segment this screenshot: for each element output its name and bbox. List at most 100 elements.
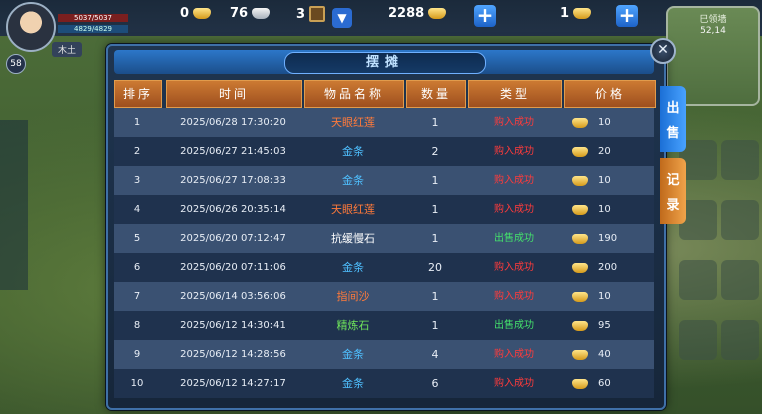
chevron-down-icon[interactable]: ▼ [332,8,352,28]
row-item-name: 天眼红莲 [331,203,375,216]
function-icon[interactable] [679,320,717,360]
gold-balance-counter: 1 [560,6,592,21]
row-price: 60 [564,369,654,398]
row-item-name: 抗缓慢石 [331,232,375,245]
row-price: 10 [564,195,654,224]
table-row[interactable]: 5 2025/06/20 07:12:47 抗缓慢石 1 出售成功 190 [114,224,654,253]
col-time: 时间 [166,80,302,108]
col-rank: 排序 [114,80,162,108]
record-table: 排序 时间 物品名称 数量 类型 价格 1 2025/06/28 17:30:20… [114,80,656,398]
row-price: 200 [564,253,654,282]
row-price-value: 10 [598,291,611,302]
gold-ingot-icon [572,175,588,186]
table-row[interactable]: 4 2025/06/26 20:35:14 天眼红莲 1 购入成功 10 [114,195,654,224]
left-task-panel [0,120,28,290]
avatar[interactable] [6,2,56,52]
coin-icon [309,6,326,22]
gold-ingot-counter: 0 [180,6,212,21]
row-time: 2025/06/20 07:12:47 [180,233,286,244]
silver-ingot-counter: 76 [230,6,271,21]
function-icon[interactable] [721,140,759,180]
row-time: 2025/06/20 07:11:06 [180,262,286,273]
table-row[interactable]: 6 2025/06/20 07:11:06 金条 20 购入成功 200 [114,253,654,282]
row-rank: 1 [133,117,141,128]
gold-ingot-icon [572,349,588,360]
close-button[interactable]: ✕ [650,38,676,64]
gold-ingot-icon [572,320,588,331]
gold-ingot-icon [572,378,588,389]
add-gold-button[interactable]: + [616,5,638,27]
table-row[interactable]: 1 2025/06/28 17:30:20 天眼红莲 1 购入成功 10 [114,108,654,137]
gold-ingot-icon [572,204,588,215]
row-rank: 8 [133,320,141,331]
function-icon[interactable] [721,320,759,360]
function-icon[interactable] [679,260,717,300]
function-icon[interactable] [721,200,759,240]
gold-ingot-icon [193,8,212,19]
tab-sell[interactable]: 出 售 [660,86,686,152]
row-qty: 1 [431,174,439,187]
row-qty: 1 [431,203,439,216]
row-time: 2025/06/12 14:28:56 [180,349,286,360]
table-row[interactable]: 7 2025/06/14 03:56:06 指间沙 1 购入成功 10 [114,282,654,311]
silver-ingot-icon [252,8,271,19]
yuanbao-balance: 2288 [388,6,425,21]
row-time: 2025/06/14 03:56:06 [180,291,286,302]
table-body: 1 2025/06/28 17:30:20 天眼红莲 1 购入成功 10 2 2025/06/… [114,108,654,398]
row-item-name: 金条 [342,174,364,187]
gold-ingot-icon [572,262,588,273]
table-row[interactable]: 10 2025/06/12 14:27:17 金条 6 购入成功 60 [114,369,654,398]
add-yuanbao-button[interactable]: + [474,5,496,27]
row-price: 10 [564,108,654,137]
row-price-value: 95 [598,320,611,331]
right-function-grid [675,140,762,410]
row-price-value: 200 [598,262,618,273]
row-price-value: 190 [598,233,618,244]
function-icon[interactable] [721,260,759,300]
panel-title-bar: 摆摊 [114,50,654,74]
row-rank: 5 [133,233,141,244]
row-time: 2025/06/26 20:35:14 [180,204,286,215]
row-qty: 2 [431,145,439,158]
row-time: 2025/06/28 17:30:20 [180,117,286,128]
mp-bar: 4829/4829 [58,25,128,33]
minimap-area-name: 巳领墙 [699,15,727,25]
row-price: 10 [564,282,654,311]
stall-record-panel: 摆摊 ✕ 排序 时间 物品名称 数量 类型 价格 1 2025/06/28 17:… [106,38,676,410]
silver-ingot-count: 76 [230,6,249,21]
gold-ingot-icon [572,233,588,244]
player-tag: 木土 [52,42,83,57]
table-row[interactable]: 8 2025/06/12 14:30:41 精炼石 1 出售成功 95 [114,311,654,340]
row-time: 2025/06/27 21:45:03 [180,146,286,157]
row-type: 购入成功 [494,146,534,157]
row-time: 2025/06/27 17:08:33 [180,175,286,186]
row-price-value: 20 [598,146,611,157]
row-price: 10 [564,166,654,195]
tab-sell-label-bottom: 售 [666,126,680,141]
top-hud-bar: 5037/5037 4829/4829 0 76 3 ▼ 2288 + 1 + [0,0,762,52]
table-row[interactable]: 2 2025/06/27 21:45:03 金条 2 购入成功 20 [114,137,654,166]
panel-title: 摆摊 [284,52,486,74]
row-price-value: 10 [598,117,611,128]
row-price-value: 10 [598,204,611,215]
row-price-value: 40 [598,349,611,360]
row-rank: 2 [133,146,141,157]
col-item: 物品名称 [304,80,404,108]
hp-bar: 5037/5037 [58,14,128,22]
table-row[interactable]: 3 2025/06/27 17:08:33 金条 1 购入成功 10 [114,166,654,195]
gold-ingot-count: 0 [180,6,190,21]
tab-sell-label-top: 出 [666,101,680,116]
row-qty: 4 [431,348,439,361]
table-row[interactable]: 9 2025/06/12 14:28:56 金条 4 购入成功 40 [114,340,654,369]
tab-record-label-bottom: 录 [666,198,680,213]
row-time: 2025/06/12 14:30:41 [180,320,286,331]
row-rank: 9 [133,349,141,360]
row-price-value: 60 [598,378,611,389]
tab-record[interactable]: 记 录 [660,158,686,224]
row-price: 95 [564,311,654,340]
row-type: 出售成功 [494,233,534,244]
yuanbao-balance-counter: 2288 [388,6,447,21]
col-type: 类型 [468,80,562,108]
row-qty: 1 [431,116,439,129]
gold-balance: 1 [560,6,570,21]
